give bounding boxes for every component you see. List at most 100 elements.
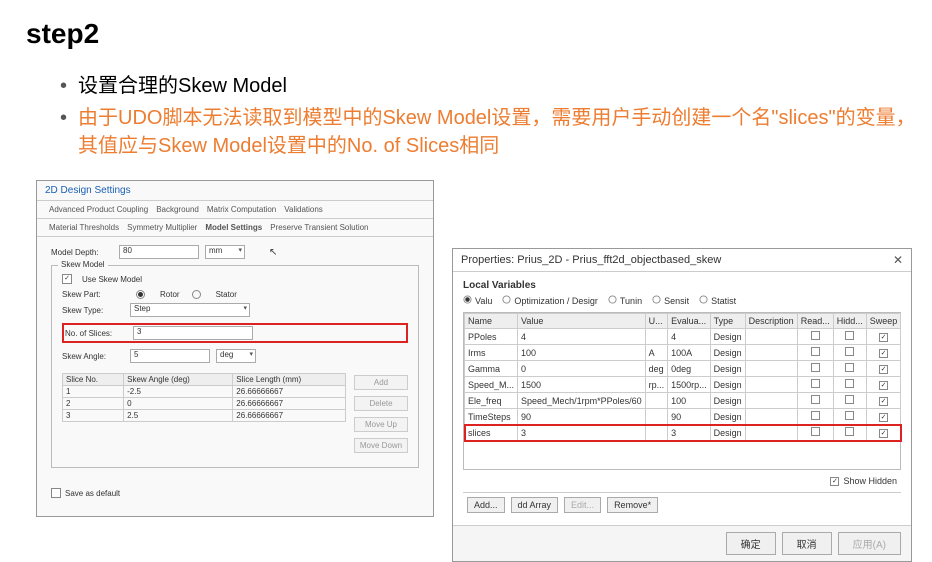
tab-preserve[interactable]: Preserve Transient Solution [270, 223, 368, 232]
sweep-checkbox[interactable] [879, 333, 888, 342]
hidden-checkbox[interactable] [845, 411, 854, 420]
properties-table: Name Value U... Evalua... Type Descripti… [464, 313, 901, 441]
ok-button[interactable]: 确定 [726, 532, 776, 555]
skew-model-group: Skew Model ✓ Use Skew Model Skew Part: R… [51, 265, 419, 468]
no-slices-label: No. of Slices: [65, 329, 127, 338]
col-read[interactable]: Read... [797, 314, 833, 329]
readonly-checkbox[interactable] [811, 427, 820, 436]
dialog-title: 2D Design Settings [37, 181, 433, 201]
skew-type-label: Skew Type: [62, 306, 124, 315]
use-skew-label: Use Skew Model [82, 275, 142, 284]
sweep-checkbox[interactable] [879, 429, 888, 438]
hidden-checkbox[interactable] [845, 331, 854, 340]
properties-dialog: Properties: Prius_2D - Prius_fft2d_objec… [452, 248, 912, 562]
col-skew-angle: Skew Angle (deg) [124, 374, 233, 386]
table-row[interactable]: slices33Design [465, 425, 901, 441]
design-settings-dialog: 2D Design Settings Advanced Product Coup… [36, 180, 434, 517]
tuning-radio[interactable] [608, 295, 616, 303]
remove-var-button[interactable]: Remove* [607, 497, 658, 513]
col-name[interactable]: Name [465, 314, 518, 329]
sweep-checkbox[interactable] [879, 349, 888, 358]
hidden-checkbox[interactable] [845, 363, 854, 372]
readonly-checkbox[interactable] [811, 379, 820, 388]
delete-button[interactable]: Delete [354, 396, 408, 411]
move-up-button[interactable]: Move Up [354, 417, 408, 432]
skew-group-title: Skew Model [58, 260, 108, 269]
col-slice-no: Slice No. [63, 374, 124, 386]
save-default-label: Save as default [65, 489, 120, 498]
add-var-button[interactable]: Add... [467, 497, 505, 513]
model-depth-input[interactable]: 80 [119, 245, 199, 259]
table-row[interactable]: Ele_freqSpeed_Mech/1rpm*PPoles/60100Desi… [465, 393, 901, 409]
slice-table: Slice No. Skew Angle (deg) Slice Length … [62, 373, 346, 422]
model-depth-label: Model Depth: [51, 248, 113, 257]
move-down-button[interactable]: Move Down [354, 438, 408, 453]
tabs-row-1: Advanced Product Coupling Background Mat… [37, 201, 433, 219]
col-desc[interactable]: Description [745, 314, 797, 329]
tab-material[interactable]: Material Thresholds [49, 223, 119, 232]
tab-validations[interactable]: Validations [284, 205, 323, 214]
tab-adv-coupling[interactable]: Advanced Product Coupling [49, 205, 148, 214]
save-default-checkbox[interactable] [51, 488, 61, 498]
hidden-checkbox[interactable] [845, 379, 854, 388]
sweep-checkbox[interactable] [879, 413, 888, 422]
table-row[interactable]: 32.526.66666667 [63, 410, 346, 422]
hidden-checkbox[interactable] [845, 427, 854, 436]
add-button[interactable]: Add [354, 375, 408, 390]
col-eval[interactable]: Evalua... [668, 314, 711, 329]
readonly-checkbox[interactable] [811, 331, 820, 340]
tab-background[interactable]: Background [156, 205, 199, 214]
slide-title: step2 [0, 0, 932, 50]
tab-model-settings[interactable]: Model Settings [205, 223, 262, 232]
readonly-checkbox[interactable] [811, 411, 820, 420]
col-unit[interactable]: U... [645, 314, 668, 329]
tab-symmetry[interactable]: Symmetry Multiplier [127, 223, 197, 232]
edit-var-button[interactable]: Edit... [564, 497, 601, 513]
sweep-checkbox[interactable] [879, 381, 888, 390]
table-row[interactable]: TimeSteps9090Design [465, 409, 901, 425]
skew-type-select[interactable]: Step [130, 303, 250, 317]
variable-mode-radios: Valu Optimization / Desigr Tunin Sensit … [463, 295, 901, 306]
stator-radio[interactable] [192, 290, 201, 299]
col-slice-len: Slice Length (mm) [233, 374, 346, 386]
stator-label: Stator [216, 290, 237, 299]
rotor-radio[interactable] [136, 290, 145, 299]
model-depth-unit[interactable]: mm [205, 245, 245, 259]
table-row[interactable]: Speed_M...1500rp...1500rp...Design [465, 377, 901, 393]
table-row[interactable]: 2026.66666667 [63, 398, 346, 410]
tab-matrix[interactable]: Matrix Computation [207, 205, 276, 214]
apply-button[interactable]: 应用(A) [838, 532, 901, 555]
table-row[interactable]: Irms100A100ADesign [465, 345, 901, 361]
sweep-checkbox[interactable] [879, 365, 888, 374]
use-skew-checkbox[interactable]: ✓ [62, 274, 72, 284]
table-row[interactable]: 1-2.526.66666667 [63, 386, 346, 398]
stat-radio[interactable] [700, 295, 708, 303]
skew-angle-unit[interactable]: deg [216, 349, 256, 363]
bullet-1: 设置合理的Skew Model [60, 72, 932, 100]
hidden-checkbox[interactable] [845, 347, 854, 356]
col-value[interactable]: Value [518, 314, 646, 329]
close-icon[interactable]: ✕ [893, 253, 903, 267]
opt-radio[interactable] [503, 295, 511, 303]
rotor-label: Rotor [160, 290, 180, 299]
value-radio[interactable] [463, 295, 471, 303]
no-slices-input[interactable]: 3 [133, 326, 253, 340]
col-type[interactable]: Type [710, 314, 745, 329]
readonly-checkbox[interactable] [811, 395, 820, 404]
hidden-checkbox[interactable] [845, 395, 854, 404]
show-hidden-label: Show Hidden [843, 476, 897, 486]
readonly-checkbox[interactable] [811, 363, 820, 372]
no-slices-highlight: No. of Slices: 3 [62, 323, 408, 343]
table-row[interactable]: Gamma0deg0degDesign [465, 361, 901, 377]
table-row[interactable]: PPoles44Design [465, 329, 901, 345]
sensit-radio[interactable] [653, 295, 661, 303]
col-hid[interactable]: Hidd... [833, 314, 866, 329]
add-array-button[interactable]: dd Array [511, 497, 559, 513]
col-sweep[interactable]: Sweep [866, 314, 901, 329]
cancel-button[interactable]: 取消 [782, 532, 832, 555]
sweep-checkbox[interactable] [879, 397, 888, 406]
show-hidden-checkbox[interactable] [830, 477, 839, 486]
readonly-checkbox[interactable] [811, 347, 820, 356]
skew-angle-input[interactable]: 5 [130, 349, 210, 363]
cursor-icon: ↖ [269, 247, 277, 258]
